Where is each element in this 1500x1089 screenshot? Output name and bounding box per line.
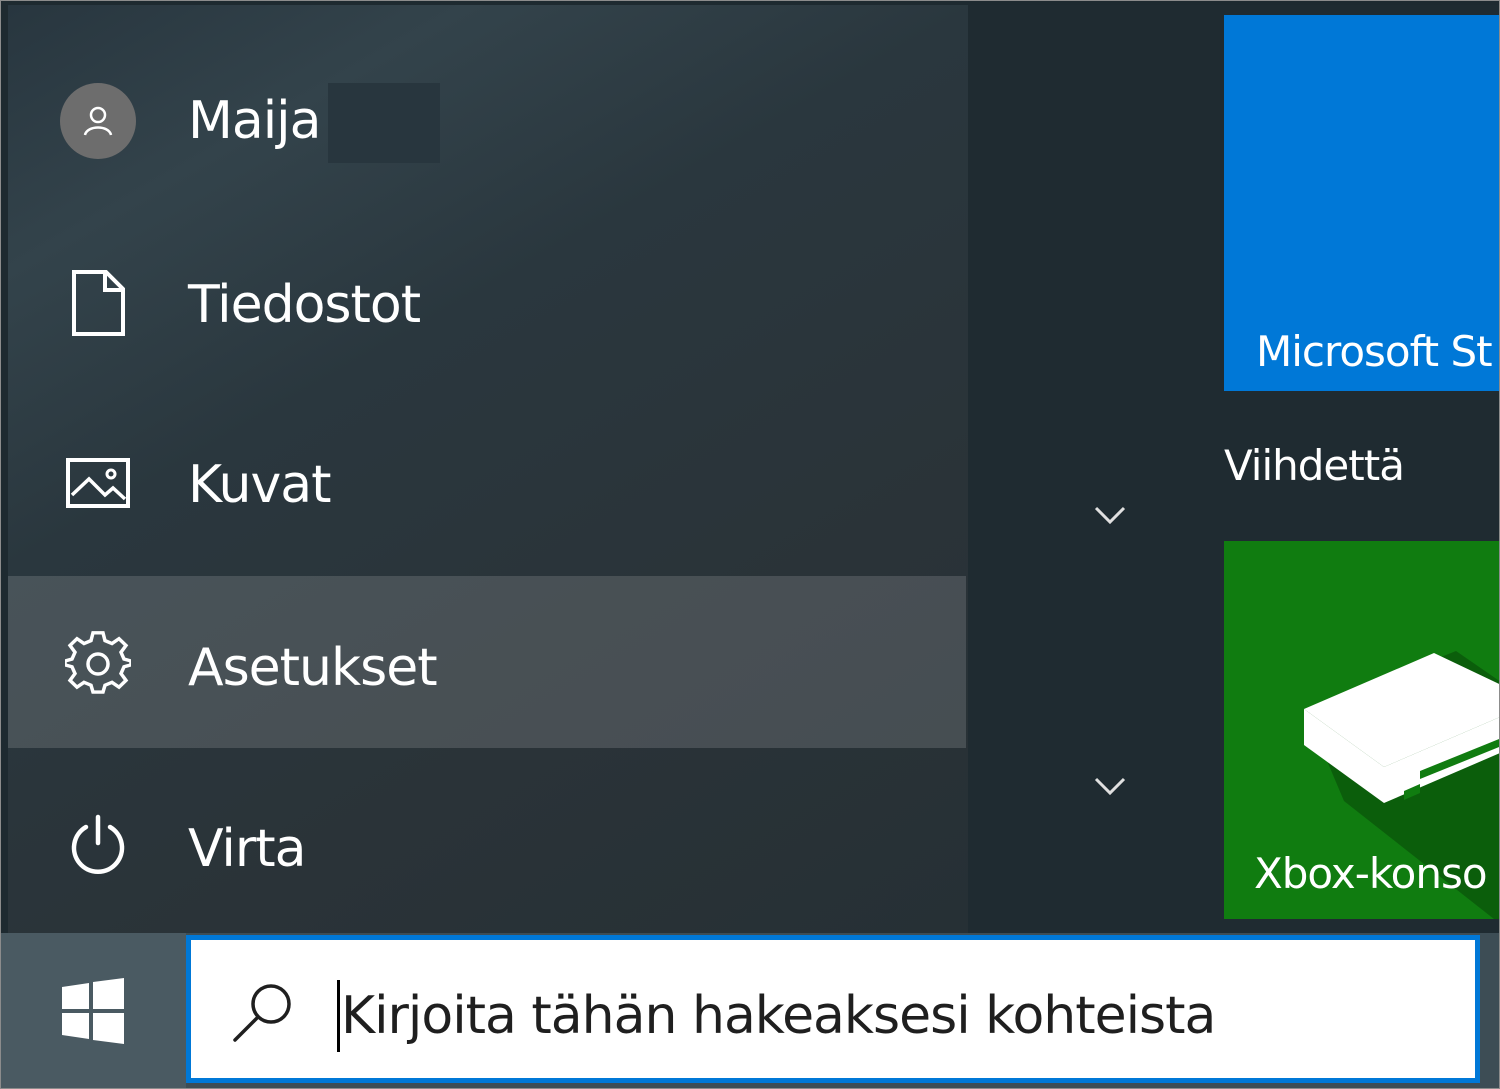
- nav-item-label: Kuvat: [188, 455, 331, 515]
- nav-item-power[interactable]: Virta: [8, 757, 966, 929]
- nav-item-label: Virta: [188, 819, 307, 879]
- nav-item-user[interactable]: Maija: [8, 35, 966, 207]
- text-caret: [337, 980, 340, 1052]
- app-list-column: [968, 5, 1222, 933]
- redacted-area: [328, 83, 440, 163]
- tiles-area: Microsoft St Viihdettä Xbox-konso: [1222, 5, 1500, 933]
- document-icon: [64, 269, 132, 337]
- nav-item-label: Tiedostot: [188, 275, 421, 335]
- tile-group-label[interactable]: Viihdettä: [1224, 441, 1405, 490]
- chevron-down-icon[interactable]: [1092, 771, 1128, 801]
- chevron-down-icon[interactable]: [1092, 500, 1128, 530]
- start-button[interactable]: [0, 933, 186, 1089]
- search-placeholder: Kirjoita tähän hakeaksesi kohteista: [341, 986, 1216, 1046]
- nav-item-pictures[interactable]: Kuvat: [8, 399, 966, 571]
- power-icon: [64, 811, 132, 879]
- nav-item-documents[interactable]: Tiedostot: [8, 217, 966, 389]
- nav-item-settings[interactable]: Asetukset: [8, 576, 966, 748]
- person-icon: [83, 106, 113, 136]
- tile-xbox-console[interactable]: Xbox-konso: [1224, 541, 1500, 919]
- taskbar: Kirjoita tähän hakeaksesi kohteista: [0, 933, 1500, 1089]
- tile-label: Microsoft St: [1256, 327, 1493, 376]
- pictures-icon: [64, 449, 132, 517]
- nav-item-label: Asetukset: [188, 638, 438, 698]
- start-menu-nav: Maija Tiedostot Kuvat Asetukset Virta: [8, 5, 968, 933]
- user-name: Maija: [188, 91, 321, 151]
- search-icon: [233, 984, 291, 1042]
- tile-microsoft-store[interactable]: Microsoft St: [1224, 15, 1500, 391]
- search-input[interactable]: Kirjoita tähän hakeaksesi kohteista: [186, 935, 1480, 1083]
- user-avatar: [60, 83, 136, 159]
- tile-label: Xbox-konso: [1254, 849, 1488, 898]
- gear-icon: [64, 630, 132, 698]
- windows-logo-icon: [62, 978, 124, 1044]
